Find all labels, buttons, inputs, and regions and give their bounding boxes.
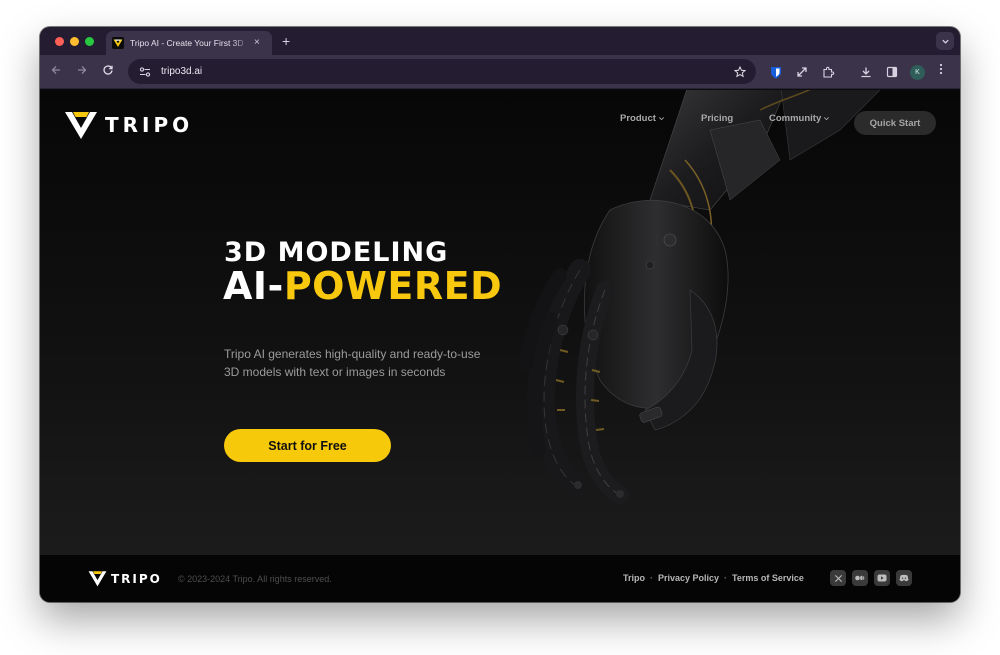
tripo-logo[interactable]: TRIPO xyxy=(64,110,193,140)
footer-separator: · xyxy=(650,573,653,583)
new-tab-button[interactable]: + xyxy=(282,33,290,49)
site-settings-icon[interactable] xyxy=(138,65,152,79)
footer-link-terms[interactable]: Terms of Service xyxy=(732,573,804,583)
address-bar[interactable]: tripo3d.ai xyxy=(128,59,756,84)
close-window-button[interactable] xyxy=(55,37,64,46)
extensions-icon xyxy=(822,66,834,78)
tripo-logo-icon xyxy=(65,112,97,139)
social-medium-link[interactable] xyxy=(852,570,868,586)
nav-community[interactable]: Community xyxy=(769,113,849,124)
footer-separator: · xyxy=(724,573,728,583)
side-panel-button[interactable] xyxy=(884,64,900,80)
side-panel-icon xyxy=(886,66,898,78)
bookmark-star-icon[interactable] xyxy=(734,65,746,78)
discord-icon xyxy=(899,574,909,582)
youtube-icon xyxy=(877,574,887,582)
more-menu-icon xyxy=(939,63,943,75)
bitwarden-extension-button[interactable] xyxy=(768,64,784,80)
tripo-favicon-icon xyxy=(112,37,124,49)
tab-strip: Tripo AI - Create Your First 3D × + xyxy=(40,27,960,55)
hero-subtitle-line1: Tripo AI generates high-quality and read… xyxy=(224,347,481,361)
reload-icon xyxy=(103,65,113,75)
quick-start-button[interactable]: Quick Start xyxy=(854,111,936,135)
nav-pricing[interactable]: Pricing xyxy=(701,113,733,124)
bitwarden-icon xyxy=(771,66,781,78)
chevron-down-icon xyxy=(658,116,664,120)
copyright-text: © 2023-2024 Tripo. All rights reserved. xyxy=(178,574,332,584)
tab-title: Tripo AI - Create Your First 3D xyxy=(130,38,244,48)
back-arrow-icon xyxy=(51,66,60,74)
social-youtube-link[interactable] xyxy=(874,570,890,586)
tab-search-button[interactable] xyxy=(936,32,954,50)
reload-button[interactable] xyxy=(102,64,114,79)
hero-subtitle-line2: 3D models with text or images in seconds xyxy=(224,365,446,379)
hero-headline-white: AI- xyxy=(223,264,284,308)
back-button[interactable] xyxy=(50,64,62,79)
x-icon xyxy=(834,574,842,582)
nav-product[interactable]: Product xyxy=(620,113,665,124)
social-discord-link[interactable] xyxy=(896,570,912,586)
downloads-button[interactable] xyxy=(858,64,874,80)
tab-close-icon[interactable]: × xyxy=(254,38,260,48)
chevron-down-icon xyxy=(941,39,949,44)
browser-tab-active[interactable]: Tripo AI - Create Your First 3D × xyxy=(106,31,272,55)
tripo-homepage: TRIPO Product Pricing Community Quick St… xyxy=(40,90,960,602)
forward-button[interactable] xyxy=(76,64,88,79)
maximize-window-button[interactable] xyxy=(85,37,94,46)
browser-window: Tripo AI - Create Your First 3D × + trip… xyxy=(40,27,960,602)
browser-menu-button[interactable] xyxy=(939,63,943,78)
site-footer: TRIPO © 2023-2024 Tripo. All rights rese… xyxy=(40,555,960,602)
robot-hand-illustration xyxy=(519,90,881,504)
resize-extension-button[interactable] xyxy=(794,64,810,80)
browser-toolbar: tripo3d.ai K xyxy=(40,55,960,89)
profile-avatar[interactable]: K xyxy=(910,65,925,80)
social-x-link[interactable] xyxy=(830,570,846,586)
download-icon xyxy=(861,67,871,78)
footer-link-privacy[interactable]: Privacy Policy xyxy=(658,573,719,583)
url-text[interactable]: tripo3d.ai xyxy=(161,66,734,77)
start-for-free-button[interactable]: Start for Free xyxy=(224,429,391,462)
nav-community-label: Community xyxy=(769,112,822,124)
nav-product-label: Product xyxy=(620,112,656,124)
minimize-window-button[interactable] xyxy=(70,37,79,46)
hero-headline-line2: AI-POWERED xyxy=(223,264,502,308)
medium-icon xyxy=(855,575,865,581)
logo-wordmark: TRIPO xyxy=(105,113,194,137)
forward-arrow-icon xyxy=(78,66,87,74)
hero-headline-yellow: POWERED xyxy=(283,264,503,308)
footer-links: Tripo · Privacy Policy · Terms of Servic… xyxy=(623,573,804,583)
hero-subtitle: Tripo AI generates high-quality and read… xyxy=(224,345,524,381)
chevron-down-icon xyxy=(824,116,830,120)
resize-icon xyxy=(797,67,807,77)
social-links xyxy=(830,570,918,586)
footer-logo[interactable]: TRIPO xyxy=(88,570,162,587)
extensions-button[interactable] xyxy=(820,64,836,80)
footer-logo-wordmark: TRIPO xyxy=(111,571,162,586)
tripo-logo-icon xyxy=(88,571,107,587)
footer-link-tripo[interactable]: Tripo xyxy=(623,573,645,583)
